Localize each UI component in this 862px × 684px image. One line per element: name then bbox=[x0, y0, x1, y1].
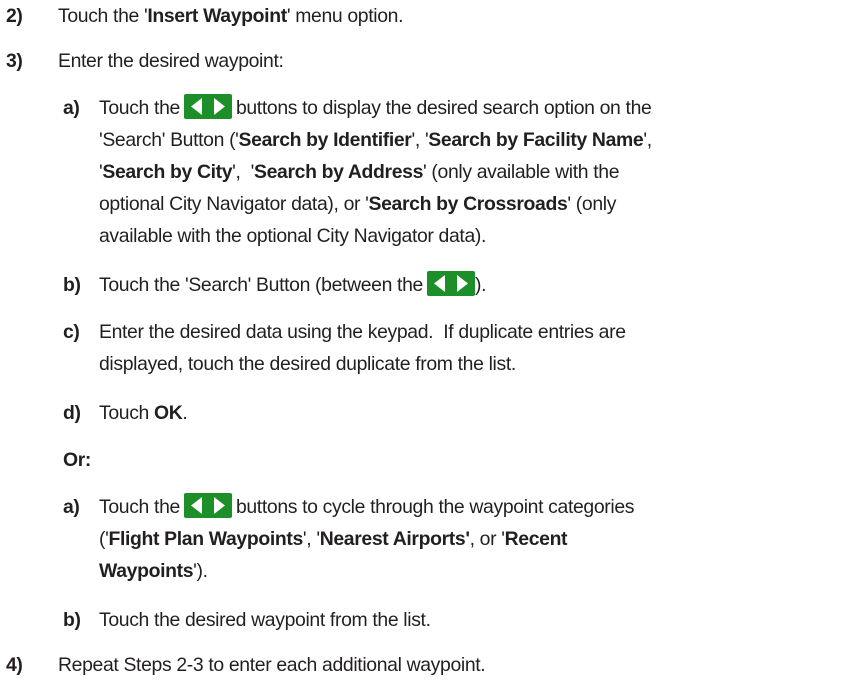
substep-letter: a) bbox=[63, 97, 80, 119]
text-run: ', bbox=[643, 129, 652, 151]
step-text: Touch the 'Insert Waypoint' menu option. bbox=[58, 0, 403, 32]
text-run: optional City Navigator data), or ' bbox=[99, 193, 369, 215]
left-right-arrows-icon bbox=[426, 271, 475, 296]
text-run: ' menu option. bbox=[286, 5, 404, 27]
substep-line: optional City Navigator data), or 'Searc… bbox=[99, 188, 616, 220]
or-label: Or: bbox=[63, 449, 92, 471]
text-run: '). bbox=[193, 560, 208, 582]
step-text: Repeat Steps 2-3 to enter each additiona… bbox=[58, 654, 486, 676]
search-by-city-label: Search by City bbox=[102, 161, 233, 183]
substep-line: Touch OK. bbox=[99, 397, 188, 429]
recent-waypoints-label-cont: Waypoints bbox=[99, 560, 194, 582]
substep-line: Touch the buttons to cycle through the wa… bbox=[99, 491, 634, 523]
text-run: Touch the bbox=[99, 496, 180, 518]
substep-line: 'Search' Button ('Search by Identifier',… bbox=[99, 124, 652, 156]
text-run: Touch the 'Search' Button (between the bbox=[99, 274, 423, 296]
text-run: ' (only bbox=[567, 193, 617, 215]
step-number: 4) bbox=[6, 654, 23, 676]
ok-label: OK bbox=[154, 402, 183, 424]
text-run: ', ' bbox=[232, 161, 254, 183]
text-run: ' (only available with the bbox=[423, 161, 620, 183]
substep-line: Waypoints'). bbox=[99, 555, 208, 587]
substep-line: ('Flight Plan Waypoints', 'Nearest Airpo… bbox=[99, 523, 568, 555]
search-by-facility-name-label: Search by Facility Name bbox=[428, 129, 644, 151]
left-right-arrows-icon bbox=[183, 493, 232, 518]
text-run: Touch bbox=[99, 402, 155, 424]
substep-line: Touch the desired waypoint from the list… bbox=[99, 609, 431, 631]
insert-waypoint-label: Insert Waypoint bbox=[147, 5, 287, 27]
substep-letter: a) bbox=[63, 496, 80, 518]
search-by-crossroads-label: Search by Crossroads bbox=[368, 193, 568, 215]
substep-line: Touch the 'Search' Button (between the). bbox=[99, 269, 486, 301]
text-run: buttons to display the desired search op… bbox=[235, 97, 652, 119]
substep-line: Touch the buttons to display the desired … bbox=[99, 92, 652, 124]
step-text: Enter the desired waypoint: bbox=[58, 50, 284, 72]
text-run: 'Search' Button (' bbox=[99, 129, 239, 151]
search-by-identifier-label: Search by Identifier bbox=[238, 129, 412, 151]
substep-line: available with the optional City Navigat… bbox=[99, 225, 487, 247]
substep-line: displayed, touch the desired duplicate f… bbox=[99, 353, 516, 375]
step-number: 2) bbox=[6, 5, 23, 27]
text-run: Touch the bbox=[99, 97, 180, 119]
instruction-document: 2) Touch the 'Insert Waypoint' menu opti… bbox=[0, 0, 862, 684]
text-run: . bbox=[182, 402, 188, 424]
flight-plan-waypoints-label: Flight Plan Waypoints bbox=[108, 528, 303, 550]
recent-waypoints-label: Recent bbox=[504, 528, 568, 550]
text-run: Touch the ' bbox=[58, 5, 148, 27]
step-number: 3) bbox=[6, 50, 23, 72]
substep-letter: b) bbox=[63, 274, 81, 296]
search-by-address-label: Search by Address bbox=[254, 161, 424, 183]
substep-letter: d) bbox=[63, 402, 81, 424]
substep-line: Enter the desired data using the keypad.… bbox=[99, 321, 626, 343]
text-run: , or ' bbox=[469, 528, 505, 550]
substep-line: 'Search by City', 'Search by Address' (o… bbox=[99, 156, 620, 188]
text-run: ', ' bbox=[302, 528, 320, 550]
text-run: ). bbox=[474, 274, 487, 296]
text-run: ', ' bbox=[411, 129, 429, 151]
text-run: buttons to cycle through the waypoint ca… bbox=[235, 496, 635, 518]
left-right-arrows-icon bbox=[183, 94, 232, 119]
nearest-airports-label: Nearest Airports' bbox=[319, 528, 470, 550]
substep-letter: c) bbox=[63, 321, 80, 343]
substep-letter: b) bbox=[63, 609, 81, 631]
